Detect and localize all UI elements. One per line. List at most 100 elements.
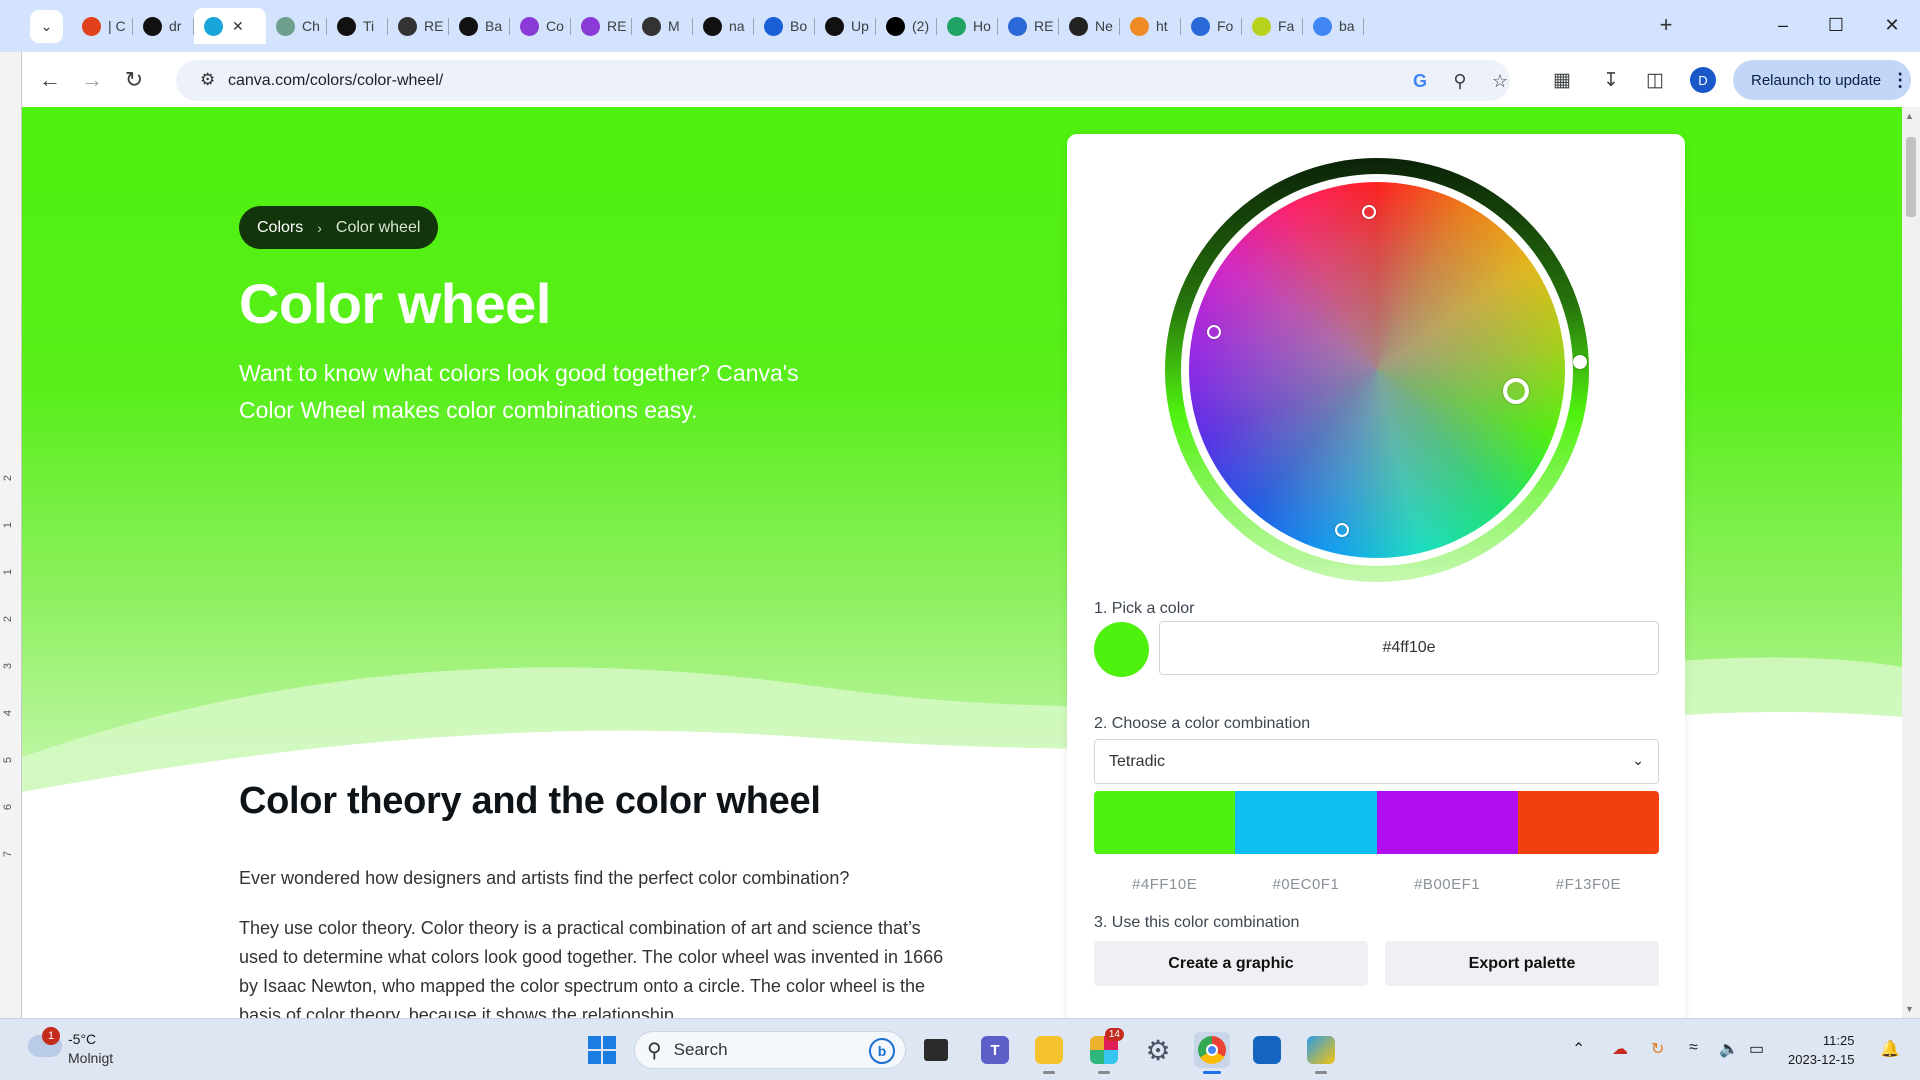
teams-icon: T	[981, 1036, 1009, 1064]
cube-icon	[520, 16, 539, 36]
browser-tab[interactable]: (2)	[876, 8, 937, 44]
volume-icon[interactable]: 🔈	[1719, 1039, 1739, 1059]
browser-tab[interactable]: Ho	[937, 8, 998, 44]
task-view-button[interactable]	[918, 1032, 954, 1068]
weather-widget[interactable]: 1 -5°C Molnigt	[28, 1027, 148, 1071]
sync-icon[interactable]: ↻	[1651, 1039, 1664, 1059]
ruler-number: 4	[2, 709, 15, 717]
palette-hex-label[interactable]: #0EC0F1	[1235, 876, 1376, 893]
slack-button[interactable]: 14	[1086, 1028, 1124, 1074]
palette-hex-label[interactable]: #F13F0E	[1518, 876, 1659, 893]
more-vert-icon: ⋮	[1891, 69, 1910, 90]
back-button[interactable]: ←	[34, 64, 66, 96]
browser-tab[interactable]: Bo	[754, 8, 815, 44]
browser-tab[interactable]: Co	[510, 8, 571, 44]
page-scrollbar[interactable]: ▲ ▼	[1902, 107, 1920, 1018]
hex-color-input[interactable]	[1159, 621, 1659, 675]
browser-tab[interactable]: Ch	[266, 8, 327, 44]
start-button[interactable]	[584, 1032, 620, 1068]
tray-chevron-up-icon[interactable]: ⌃	[1572, 1039, 1585, 1059]
ruler-number: 7	[2, 850, 15, 858]
store-button[interactable]	[1249, 1032, 1285, 1068]
browser-tab[interactable]: | C	[72, 8, 133, 44]
chrome-button[interactable]	[1194, 1032, 1230, 1074]
google-lens-icon[interactable]: G	[1408, 69, 1432, 93]
taskbar-search[interactable]: ⚲ Search b	[634, 1031, 906, 1069]
browser-tab[interactable]: RE	[571, 8, 632, 44]
url-text[interactable]: canva.com/colors/color-wheel/	[228, 72, 443, 90]
site-info-icon[interactable]: ⚙	[200, 70, 215, 90]
wifi-icon[interactable]: ≈	[1689, 1039, 1698, 1057]
palette-swatch[interactable]	[1517, 791, 1659, 854]
browser-tab[interactable]: dr	[133, 8, 194, 44]
browser-tab[interactable]: Ba	[449, 8, 510, 44]
close-tab-icon[interactable]: ✕	[232, 18, 244, 35]
export-palette-button[interactable]: Export palette	[1385, 941, 1659, 986]
ring-handle[interactable]	[1573, 355, 1587, 369]
browser-tab[interactable]: RE	[998, 8, 1059, 44]
create-graphic-button[interactable]: Create a graphic	[1094, 941, 1368, 986]
side-panel-icon[interactable]: ◫	[1642, 67, 1668, 93]
palette-hex-label[interactable]: #4FF10E	[1094, 876, 1235, 893]
notification-bell-icon[interactable]: 🔔	[1880, 1039, 1900, 1059]
file-explorer-button[interactable]	[1031, 1032, 1067, 1074]
breadcrumb-colors-link[interactable]: Colors	[257, 219, 303, 237]
browser-tab[interactable]: Ti	[327, 8, 388, 44]
profile-avatar[interactable]: D	[1690, 67, 1716, 93]
tab-title: dr	[169, 18, 182, 34]
ruler-number: 1	[2, 568, 15, 576]
address-bar[interactable]: ⚙ canva.com/colors/color-wheel/ G ⚲ ☆	[176, 60, 1510, 101]
browser-tab[interactable]: ba	[1303, 8, 1364, 44]
app-button[interactable]	[1303, 1032, 1339, 1074]
browser-tab[interactable]: Fo	[1181, 8, 1242, 44]
palette-swatch[interactable]	[1235, 791, 1377, 854]
scroll-up-icon[interactable]: ▲	[1905, 111, 1914, 121]
clock[interactable]: 11:25 2023-12-15	[1788, 1031, 1855, 1069]
taskbar-search-label: Search	[673, 1040, 728, 1059]
scrollbar-thumb[interactable]	[1906, 137, 1916, 217]
settings-button[interactable]: ⚙	[1140, 1032, 1176, 1068]
fire-icon	[1130, 16, 1149, 36]
extensions-icon[interactable]: ▦	[1549, 67, 1575, 93]
bookmark-star-icon[interactable]: ☆	[1488, 69, 1512, 93]
palette-swatch[interactable]	[1094, 791, 1236, 854]
browser-tab[interactable]: RE	[388, 8, 449, 44]
download-icon[interactable]: ↧	[1598, 67, 1624, 93]
zoom-icon[interactable]: ⚲	[1448, 69, 1472, 93]
browser-tab[interactable]: ht	[1120, 8, 1181, 44]
maximize-button[interactable]: ☐	[1816, 10, 1856, 40]
tab-title: Up	[851, 18, 869, 34]
browser-tab[interactable]: Up	[815, 8, 876, 44]
onedrive-icon[interactable]: ☁	[1612, 1039, 1628, 1059]
store-icon	[1253, 1036, 1281, 1064]
tab-title: na	[729, 18, 745, 34]
combination-select[interactable]: Tetradic ⌄	[1094, 739, 1659, 784]
wheel-handle-selected[interactable]	[1503, 378, 1529, 404]
minimize-button[interactable]: –	[1763, 10, 1803, 40]
color-wheel[interactable]	[1165, 158, 1589, 582]
palette-hex-label[interactable]: #B00EF1	[1377, 876, 1518, 893]
browser-tab[interactable]: ✕	[194, 8, 266, 44]
teams-button[interactable]: T	[977, 1032, 1013, 1068]
palette-swatch[interactable]	[1376, 791, 1518, 854]
scroll-down-icon[interactable]: ▼	[1905, 1004, 1914, 1014]
close-window-button[interactable]: ✕	[1872, 10, 1912, 40]
browser-tab[interactable]: M	[632, 8, 693, 44]
wheel-handle-red[interactable]	[1362, 205, 1376, 219]
tab-title: Ti	[363, 18, 375, 34]
section-title: Color theory and the color wheel	[239, 780, 821, 822]
tab-title: | C	[108, 18, 126, 34]
new-tab-button[interactable]: +	[1651, 10, 1681, 40]
bing-icon: b	[869, 1038, 895, 1064]
forward-button[interactable]: →	[76, 64, 108, 96]
browser-tab[interactable]: na	[693, 8, 754, 44]
folder-icon	[1035, 1036, 1063, 1064]
relaunch-button[interactable]: Relaunch to update ⋮	[1733, 60, 1911, 100]
wheel-handle-cyan[interactable]	[1335, 523, 1349, 537]
browser-tab[interactable]: Fa	[1242, 8, 1303, 44]
wheel-handle-purple[interactable]	[1207, 325, 1221, 339]
browser-tab[interactable]: Ne	[1059, 8, 1120, 44]
battery-icon[interactable]: ▭	[1749, 1039, 1764, 1059]
tab-search-button[interactable]: ⌄	[30, 10, 63, 43]
reload-button[interactable]: ↻	[118, 64, 150, 96]
